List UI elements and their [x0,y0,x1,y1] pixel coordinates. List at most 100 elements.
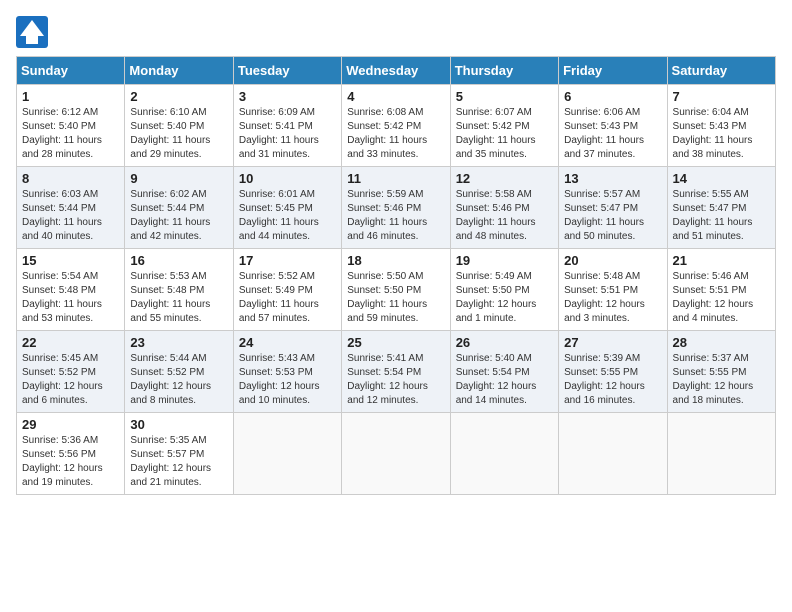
day-number: 4 [347,89,444,104]
day-info: Sunrise: 6:02 AM Sunset: 5:44 PM Dayligh… [130,188,227,244]
calendar-cell: 12Sunrise: 5:58 AM Sunset: 5:46 PM Dayli… [450,167,558,249]
calendar-cell [450,413,558,495]
day-number: 14 [673,171,770,186]
day-header-wednesday: Wednesday [342,57,450,85]
calendar-cell: 1 Sunrise: 6:12 AM Sunset: 5:40 PM Daylig… [17,85,125,167]
day-info: Sunrise: 5:57 AM Sunset: 5:47 PM Dayligh… [564,188,661,244]
day-number: 11 [347,171,444,186]
calendar-cell: 28 Sunrise: 5:37 AM Sunset: 5:55 PM Dayli… [667,331,775,413]
day-info: Sunrise: 5:59 AM Sunset: 5:46 PM Dayligh… [347,188,444,244]
day-info: Sunrise: 6:12 AM Sunset: 5:40 PM Dayligh… [22,106,119,162]
day-info: Sunrise: 6:08 AM Sunset: 5:42 PM Dayligh… [347,106,444,162]
day-info: Sunrise: 5:43 AM Sunset: 5:53 PM Dayligh… [239,352,336,408]
day-number: 5 [456,89,553,104]
day-number: 2 [130,89,227,104]
day-number: 29 [22,417,119,432]
day-info: Sunrise: 5:35 AM Sunset: 5:57 PM Dayligh… [130,434,227,490]
day-number: 25 [347,335,444,350]
day-info: Sunrise: 5:41 AM Sunset: 5:54 PM Dayligh… [347,352,444,408]
day-info: Sunrise: 5:36 AM Sunset: 5:56 PM Dayligh… [22,434,119,490]
day-number: 16 [130,253,227,268]
day-number: 19 [456,253,553,268]
day-info: Sunrise: 5:40 AM Sunset: 5:54 PM Dayligh… [456,352,553,408]
calendar-cell: 11 Sunrise: 5:59 AM Sunset: 5:46 PM Dayli… [342,167,450,249]
day-number: 26 [456,335,553,350]
day-number: 17 [239,253,336,268]
calendar-cell: 10Sunrise: 6:01 AM Sunset: 5:45 PM Dayli… [233,167,341,249]
calendar-cell: 22Sunrise: 5:45 AM Sunset: 5:52 PM Dayli… [17,331,125,413]
day-number: 9 [130,171,227,186]
day-number: 24 [239,335,336,350]
day-header-friday: Friday [559,57,667,85]
calendar-cell: 25 Sunrise: 5:41 AM Sunset: 5:54 PM Dayli… [342,331,450,413]
day-number: 27 [564,335,661,350]
day-number: 21 [673,253,770,268]
calendar-cell: 30 Sunrise: 5:35 AM Sunset: 5:57 PM Dayli… [125,413,233,495]
calendar-week-3: 15 Sunrise: 5:54 AM Sunset: 5:48 PM Dayli… [17,249,776,331]
day-info: Sunrise: 6:04 AM Sunset: 5:43 PM Dayligh… [673,106,770,162]
day-header-saturday: Saturday [667,57,775,85]
calendar-cell: 20 Sunrise: 5:48 AM Sunset: 5:51 PM Dayli… [559,249,667,331]
day-header-monday: Monday [125,57,233,85]
calendar-week-1: 1 Sunrise: 6:12 AM Sunset: 5:40 PM Daylig… [17,85,776,167]
logo-icon [16,16,48,48]
day-info: Sunrise: 6:07 AM Sunset: 5:42 PM Dayligh… [456,106,553,162]
calendar-cell: 18Sunrise: 5:50 AM Sunset: 5:50 PM Dayli… [342,249,450,331]
day-number: 7 [673,89,770,104]
calendar-cell: 26 Sunrise: 5:40 AM Sunset: 5:54 PM Dayli… [450,331,558,413]
day-info: Sunrise: 6:06 AM Sunset: 5:43 PM Dayligh… [564,106,661,162]
day-number: 1 [22,89,119,104]
day-info: Sunrise: 5:58 AM Sunset: 5:46 PM Dayligh… [456,188,553,244]
calendar-cell: 4 Sunrise: 6:08 AM Sunset: 5:42 PM Daylig… [342,85,450,167]
calendar-week-2: 8Sunrise: 6:03 AM Sunset: 5:44 PM Daylig… [17,167,776,249]
calendar-week-4: 22Sunrise: 5:45 AM Sunset: 5:52 PM Dayli… [17,331,776,413]
page-header [16,16,776,48]
day-info: Sunrise: 5:53 AM Sunset: 5:48 PM Dayligh… [130,270,227,326]
day-info: Sunrise: 5:50 AM Sunset: 5:50 PM Dayligh… [347,270,444,326]
calendar-cell: 9 Sunrise: 6:02 AM Sunset: 5:44 PM Daylig… [125,167,233,249]
day-header-thursday: Thursday [450,57,558,85]
calendar-cell: 7 Sunrise: 6:04 AM Sunset: 5:43 PM Daylig… [667,85,775,167]
day-info: Sunrise: 5:39 AM Sunset: 5:55 PM Dayligh… [564,352,661,408]
day-info: Sunrise: 5:54 AM Sunset: 5:48 PM Dayligh… [22,270,119,326]
calendar-cell: 3 Sunrise: 6:09 AM Sunset: 5:41 PM Daylig… [233,85,341,167]
calendar-cell: 13 Sunrise: 5:57 AM Sunset: 5:47 PM Dayli… [559,167,667,249]
calendar-cell: 27 Sunrise: 5:39 AM Sunset: 5:55 PM Dayli… [559,331,667,413]
day-info: Sunrise: 5:55 AM Sunset: 5:47 PM Dayligh… [673,188,770,244]
calendar-cell: 29 Sunrise: 5:36 AM Sunset: 5:56 PM Dayli… [17,413,125,495]
calendar-cell: 17 Sunrise: 5:52 AM Sunset: 5:49 PM Dayli… [233,249,341,331]
day-number: 20 [564,253,661,268]
calendar-cell [559,413,667,495]
day-info: Sunrise: 6:10 AM Sunset: 5:40 PM Dayligh… [130,106,227,162]
day-number: 3 [239,89,336,104]
calendar-cell: 14 Sunrise: 5:55 AM Sunset: 5:47 PM Dayli… [667,167,775,249]
calendar-cell: 6 Sunrise: 6:06 AM Sunset: 5:43 PM Daylig… [559,85,667,167]
day-number: 13 [564,171,661,186]
day-number: 8 [22,171,119,186]
calendar-cell [667,413,775,495]
day-info: Sunrise: 5:48 AM Sunset: 5:51 PM Dayligh… [564,270,661,326]
day-number: 30 [130,417,227,432]
day-info: Sunrise: 5:37 AM Sunset: 5:55 PM Dayligh… [673,352,770,408]
day-number: 23 [130,335,227,350]
day-info: Sunrise: 5:52 AM Sunset: 5:49 PM Dayligh… [239,270,336,326]
calendar-cell: 19 Sunrise: 5:49 AM Sunset: 5:50 PM Dayli… [450,249,558,331]
day-header-sunday: Sunday [17,57,125,85]
day-info: Sunrise: 5:45 AM Sunset: 5:52 PM Dayligh… [22,352,119,408]
calendar-cell [233,413,341,495]
day-info: Sunrise: 6:01 AM Sunset: 5:45 PM Dayligh… [239,188,336,244]
calendar-cell: 24 Sunrise: 5:43 AM Sunset: 5:53 PM Dayli… [233,331,341,413]
day-number: 15 [22,253,119,268]
calendar-cell: 23Sunrise: 5:44 AM Sunset: 5:52 PM Dayli… [125,331,233,413]
calendar-cell: 16 Sunrise: 5:53 AM Sunset: 5:48 PM Dayli… [125,249,233,331]
logo [16,16,52,48]
calendar-cell: 15 Sunrise: 5:54 AM Sunset: 5:48 PM Dayli… [17,249,125,331]
day-number: 28 [673,335,770,350]
day-header-tuesday: Tuesday [233,57,341,85]
day-number: 6 [564,89,661,104]
calendar-cell: 8Sunrise: 6:03 AM Sunset: 5:44 PM Daylig… [17,167,125,249]
day-info: Sunrise: 6:09 AM Sunset: 5:41 PM Dayligh… [239,106,336,162]
day-info: Sunrise: 5:49 AM Sunset: 5:50 PM Dayligh… [456,270,553,326]
calendar-table: SundayMondayTuesdayWednesdayThursdayFrid… [16,56,776,495]
calendar-cell: 5 Sunrise: 6:07 AM Sunset: 5:42 PM Daylig… [450,85,558,167]
